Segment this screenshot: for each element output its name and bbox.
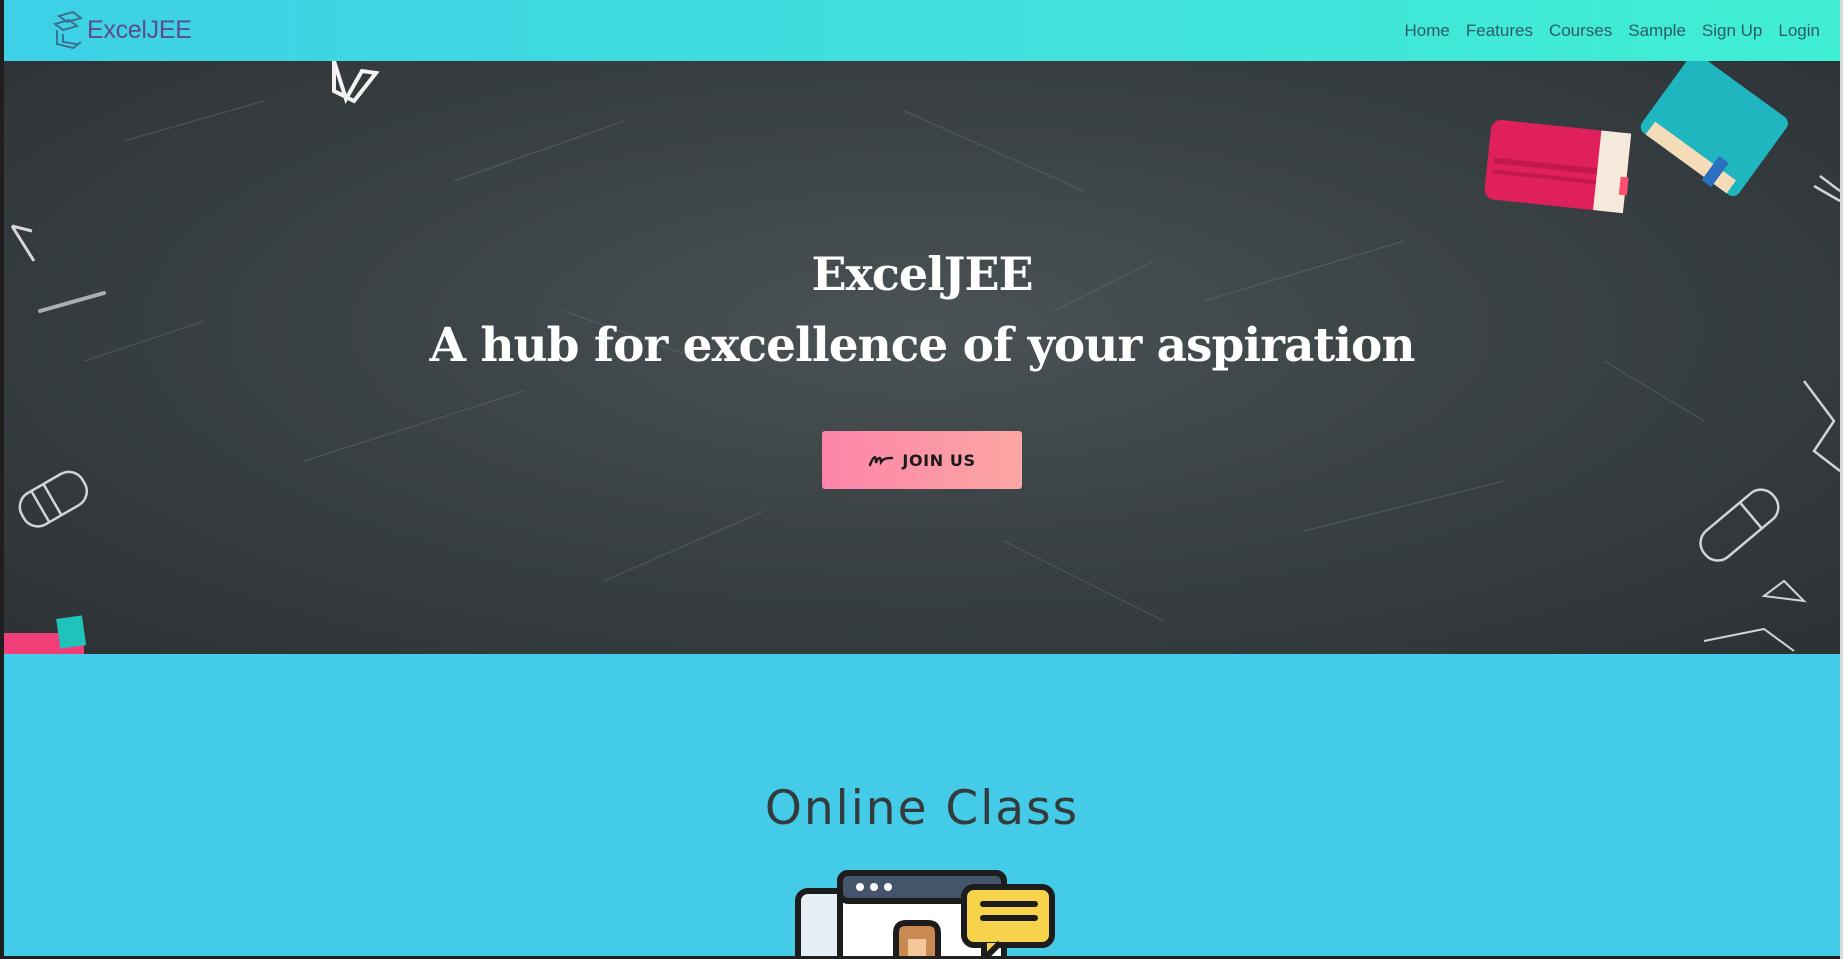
hero-title: ExcelJEE xyxy=(811,247,1033,301)
online-class-section: Online Class xyxy=(4,654,1840,956)
brand-logo-icon xyxy=(53,11,83,49)
nav-links: Home Features Courses Sample Sign Up Log… xyxy=(1405,0,1821,61)
nav-courses[interactable]: Courses xyxy=(1549,21,1612,41)
join-us-button[interactable]: JOIN US xyxy=(822,431,1022,489)
hero-section: ExcelJEE A hub for excellence of your as… xyxy=(4,61,1840,654)
nav-home[interactable]: Home xyxy=(1405,21,1450,41)
brand-link[interactable]: ExcelJEE xyxy=(51,9,192,51)
online-class-illustration xyxy=(795,870,1055,956)
brand-name: ExcelJEE xyxy=(87,15,192,44)
online-class-title: Online Class xyxy=(764,781,1080,836)
navbar: ExcelJEE Home Features Courses Sample Si… xyxy=(4,0,1840,61)
page: ExcelJEE Home Features Courses Sample Si… xyxy=(4,0,1840,956)
nav-login[interactable]: Login xyxy=(1778,21,1820,41)
hero-subtitle: A hub for excellence of your aspiration xyxy=(429,318,1415,373)
nav-sign-up[interactable]: Sign Up xyxy=(1702,21,1762,41)
nav-features[interactable]: Features xyxy=(1466,21,1533,41)
nav-sample[interactable]: Sample xyxy=(1628,21,1686,41)
signature-icon xyxy=(869,456,894,467)
join-us-label: JOIN US xyxy=(902,450,976,470)
